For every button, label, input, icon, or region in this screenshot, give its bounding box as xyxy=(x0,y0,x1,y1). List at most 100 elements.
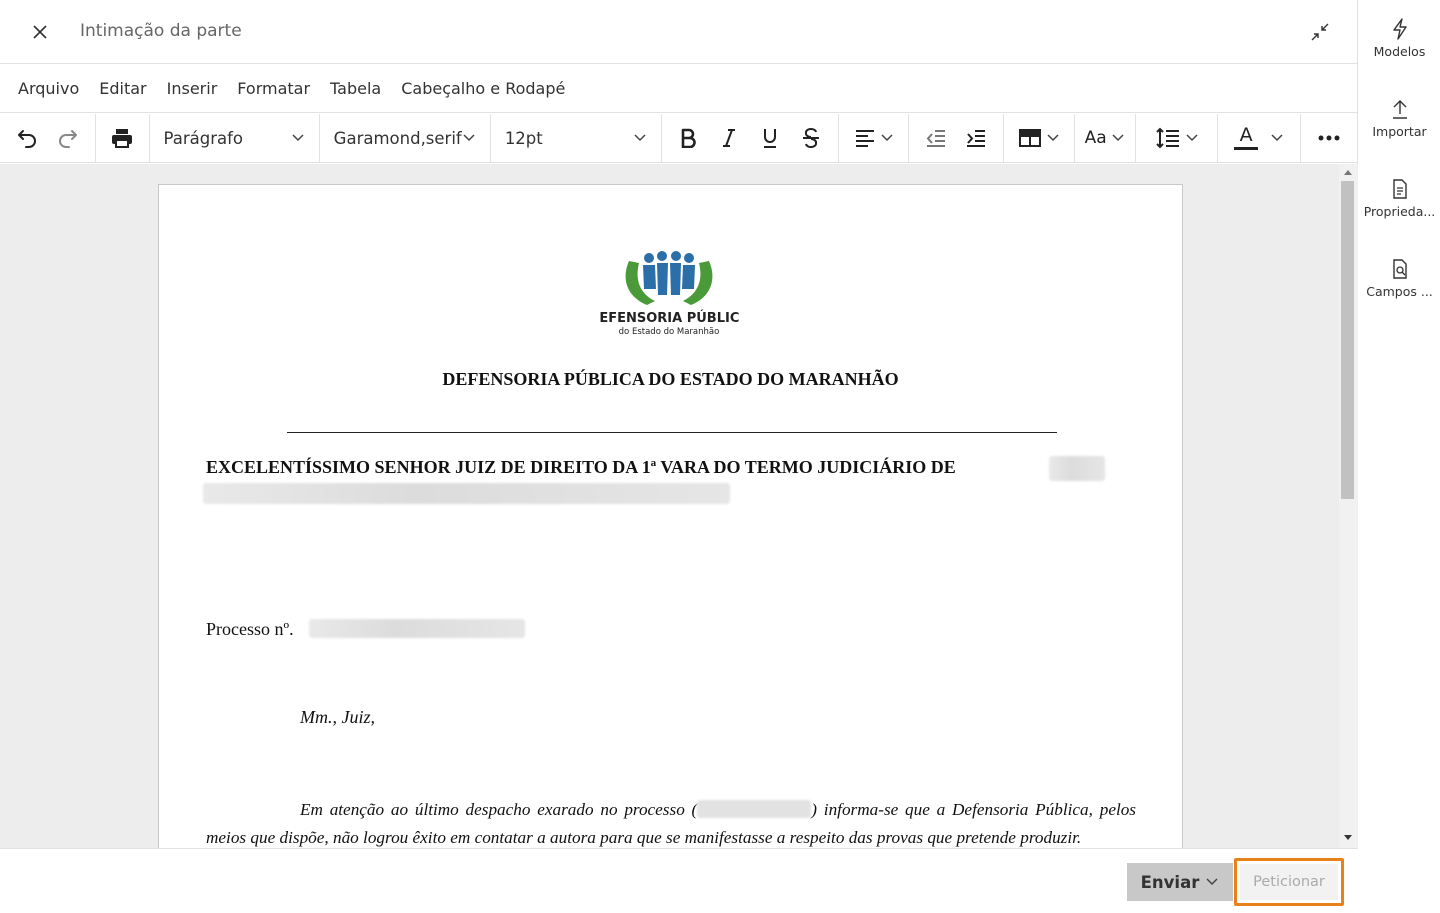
logo-title: DEFENSORIA PÚBLICA xyxy=(599,310,739,326)
text-style-group xyxy=(662,114,839,162)
strikethrough-button[interactable] xyxy=(794,120,828,156)
menu-tabela[interactable]: Tabela xyxy=(320,73,391,104)
close-icon xyxy=(33,25,47,39)
send-button-label: Enviar xyxy=(1140,872,1200,892)
lightning-icon xyxy=(1392,18,1407,40)
chevron-down-icon xyxy=(1271,134,1283,142)
menu-formatar[interactable]: Formatar xyxy=(227,73,320,104)
petition-button[interactable]: Peticionar xyxy=(1234,858,1344,906)
redacted-inline-process xyxy=(697,800,812,818)
collapse-button[interactable] xyxy=(1302,14,1338,50)
chevron-down-icon xyxy=(881,134,893,142)
outdent-icon xyxy=(926,130,945,147)
redo-button[interactable] xyxy=(50,120,86,156)
salutation: Mm., Juiz, xyxy=(300,707,375,727)
body-text-start: Em atenção ao último despacho exarado no… xyxy=(300,800,698,819)
defensoria-logo: DEFENSORIA PÚBLICA do Estado do Maranhão xyxy=(589,249,749,345)
menu-editar[interactable]: Editar xyxy=(89,73,156,104)
sidebar-item-campos[interactable]: Campos ... xyxy=(1359,258,1440,328)
print-button[interactable] xyxy=(104,120,140,156)
menu-bar: Arquivo Editar Inserir Formatar Tabela C… xyxy=(0,65,1358,113)
sidebar-item-propriedades[interactable]: Proprieda... xyxy=(1359,178,1440,248)
table-insert-button[interactable] xyxy=(1004,114,1075,162)
chevron-down-icon xyxy=(1112,134,1124,142)
formatting-toolbar: Parágrafo Garamond,serif 12pt Aa A xyxy=(0,114,1358,163)
redacted-city xyxy=(1049,456,1105,481)
scroll-thumb[interactable] xyxy=(1341,181,1354,499)
redacted-process-number xyxy=(309,619,525,638)
indent-icon xyxy=(967,130,986,147)
dialog-title: Intimação da parte xyxy=(80,21,242,41)
paragraph-style-value: Parágrafo xyxy=(163,128,244,148)
undo-icon xyxy=(17,130,36,148)
chevron-down-icon xyxy=(1047,134,1059,142)
body-paragraph: Em atenção ao último despacho exarado no… xyxy=(206,796,1136,848)
more-options-button[interactable] xyxy=(1301,114,1358,162)
text-color-swatch xyxy=(1234,147,1259,150)
align-left-icon xyxy=(855,130,874,147)
font-size-select[interactable]: 12pt xyxy=(491,114,662,162)
font-family-select[interactable]: Garamond,serif xyxy=(320,114,491,162)
sidebar-item-label: Modelos xyxy=(1373,44,1426,59)
redo-icon xyxy=(59,130,78,148)
underline-icon xyxy=(764,129,777,148)
sidebar-item-label: Proprieda... xyxy=(1363,204,1436,219)
horizontal-rule xyxy=(287,432,1057,433)
menu-inserir[interactable]: Inserir xyxy=(157,73,228,104)
close-button[interactable] xyxy=(22,14,58,50)
indent-button[interactable] xyxy=(959,120,993,156)
send-button[interactable]: Enviar xyxy=(1127,863,1233,901)
text-color-label: A xyxy=(1239,124,1253,146)
italic-button[interactable] xyxy=(712,120,746,156)
menu-arquivo[interactable]: Arquivo xyxy=(8,73,89,104)
paragraph-style-select[interactable]: Parágrafo xyxy=(150,114,320,162)
collapse-icon xyxy=(1311,23,1329,41)
editor-canvas[interactable]: DEFENSORIA PÚBLICA do Estado do Maranhão… xyxy=(0,164,1358,848)
scroll-up-arrow[interactable] xyxy=(1344,170,1352,175)
undo-button[interactable] xyxy=(9,120,45,156)
printer-icon xyxy=(112,129,133,148)
align-group[interactable] xyxy=(839,114,910,162)
menu-cabecalho-rodape[interactable]: Cabeçalho e Rodapé xyxy=(391,73,575,104)
org-heading: DEFENSORIA PÚBLICA DO ESTADO DO MARANHÃO xyxy=(442,369,899,389)
font-family-value: Garamond,serif xyxy=(333,128,462,148)
font-case-button[interactable]: Aa xyxy=(1075,114,1136,162)
bold-button[interactable] xyxy=(671,120,705,156)
sidebar-item-importar[interactable]: Importar xyxy=(1359,98,1440,168)
italic-icon xyxy=(723,129,736,147)
sidebar-item-label: Campos ... xyxy=(1366,284,1433,299)
title-bar: Intimação da parte xyxy=(0,0,1358,64)
outdent-button[interactable] xyxy=(919,120,953,156)
upload-icon xyxy=(1392,100,1407,119)
text-color-button[interactable]: A xyxy=(1218,114,1301,162)
editor-window: Intimação da parte Arquivo Editar Inseri… xyxy=(0,0,1358,913)
chevron-down-icon xyxy=(1206,878,1218,886)
document-page[interactable]: DEFENSORIA PÚBLICA do Estado do Maranhão… xyxy=(158,184,1183,848)
vertical-scrollbar[interactable] xyxy=(1339,164,1358,848)
sidebar-item-label: Importar xyxy=(1372,124,1427,139)
chevron-down-icon xyxy=(634,134,646,142)
chevron-down-icon xyxy=(292,134,304,142)
chevron-down-icon xyxy=(463,134,475,142)
underline-button[interactable] xyxy=(753,120,787,156)
line-height-icon xyxy=(1155,127,1179,149)
redacted-city-continuation xyxy=(203,483,730,504)
font-case-label: Aa xyxy=(1084,128,1107,148)
action-footer: Enviar Peticionar xyxy=(0,848,1358,913)
document-list-icon xyxy=(1392,179,1407,199)
right-sidebar: Modelos Importar Proprieda... Campos ... xyxy=(1359,0,1440,913)
process-number-label: Processo nº. xyxy=(206,619,294,639)
print-group xyxy=(96,114,150,162)
petition-button-label: Peticionar xyxy=(1240,864,1338,900)
indent-group xyxy=(909,114,1004,162)
scroll-down-arrow[interactable] xyxy=(1344,835,1352,840)
document-search-icon xyxy=(1392,259,1407,279)
history-group xyxy=(0,114,97,162)
font-size-value: 12pt xyxy=(504,128,543,148)
sidebar-item-modelos[interactable]: Modelos xyxy=(1359,18,1440,88)
bold-icon xyxy=(682,128,697,148)
line-height-button[interactable] xyxy=(1136,114,1219,162)
strikethrough-icon xyxy=(803,127,820,149)
table-icon xyxy=(1018,129,1041,147)
addressee-line: EXCELENTÍSSIMO SENHOR JUIZ DE DIREITO DA… xyxy=(206,457,956,477)
